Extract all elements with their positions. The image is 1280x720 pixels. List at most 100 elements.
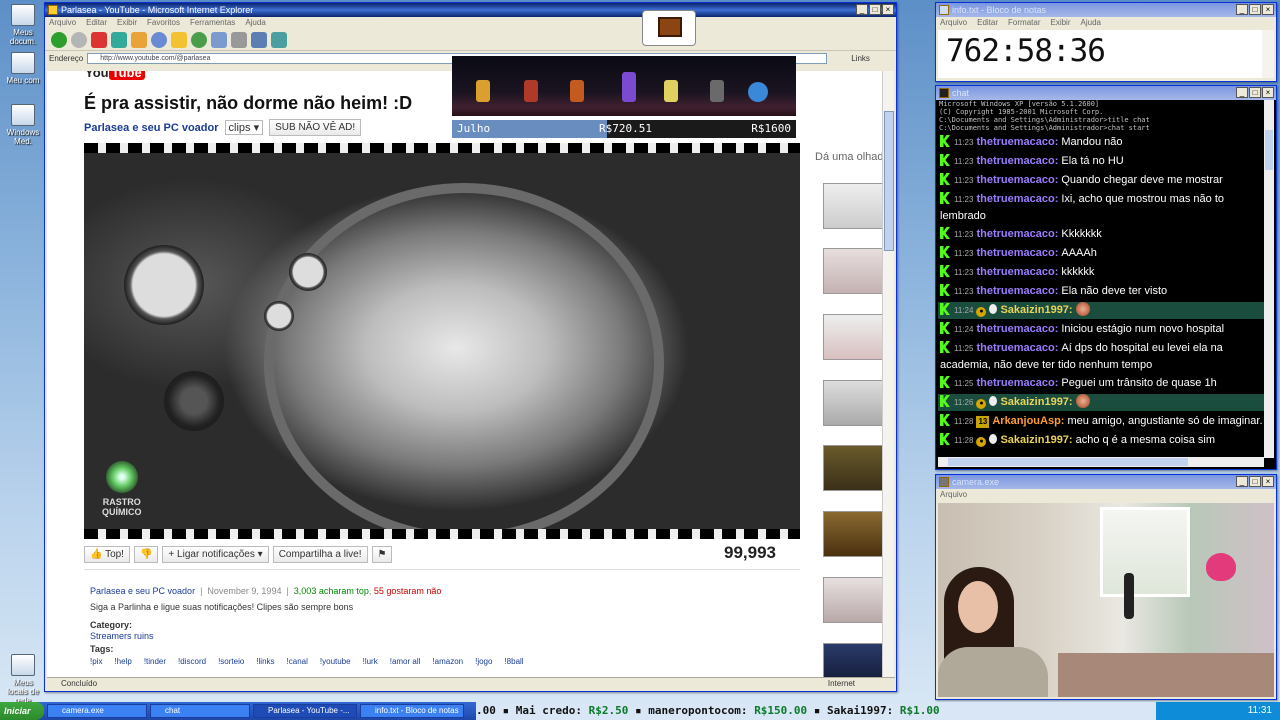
- category-value[interactable]: Streamers ruins: [90, 631, 154, 641]
- refresh-icon[interactable]: [111, 31, 127, 48]
- dislike-button[interactable]: 👎: [133, 545, 159, 563]
- minimize-button[interactable]: _: [1236, 4, 1248, 15]
- message-username[interactable]: ArkanjouAsp:: [992, 415, 1064, 427]
- message-username[interactable]: thetruemacaco:: [976, 155, 1058, 167]
- related-thumbnail[interactable]: [823, 380, 883, 426]
- message-username[interactable]: Sakaizin1997:: [1000, 304, 1072, 316]
- menu-ajuda[interactable]: Ajuda: [245, 17, 265, 29]
- tag-link[interactable]: !discord: [178, 657, 206, 666]
- menu-arquivo[interactable]: Arquivo: [49, 17, 76, 29]
- minimize-button[interactable]: _: [1236, 476, 1248, 487]
- maximize-button[interactable]: □: [1249, 476, 1261, 487]
- share-button[interactable]: Compartilha a live!: [272, 545, 368, 563]
- message-username[interactable]: Sakaizin1997:: [1000, 434, 1072, 446]
- close-button[interactable]: ×: [1262, 4, 1274, 15]
- message-username[interactable]: thetruemacaco:: [976, 323, 1058, 335]
- scrollbar-thumb[interactable]: [884, 111, 894, 251]
- related-thumbnail[interactable]: [823, 577, 883, 623]
- desktop-icon-media[interactable]: Windows Med.: [2, 104, 44, 146]
- message-username[interactable]: thetruemacaco:: [976, 266, 1058, 278]
- message-username[interactable]: thetruemacaco:: [976, 174, 1058, 186]
- chat-hscrollbar[interactable]: [938, 457, 1264, 467]
- menu-arquivo[interactable]: Arquivo: [940, 489, 967, 501]
- message-username[interactable]: thetruemacaco:: [976, 193, 1058, 205]
- tag-link[interactable]: !help: [114, 657, 131, 666]
- print-icon[interactable]: [231, 31, 247, 48]
- message-username[interactable]: thetruemacaco:: [976, 342, 1058, 354]
- related-thumbnail[interactable]: [823, 183, 883, 229]
- related-thumbnail[interactable]: [823, 445, 883, 491]
- maximize-button[interactable]: □: [869, 4, 881, 15]
- chat-scrollbar[interactable]: [1264, 100, 1274, 458]
- related-thumbnail[interactable]: [823, 643, 883, 679]
- back-icon[interactable]: [51, 31, 67, 48]
- notepad-scrollbar[interactable]: [1262, 30, 1274, 78]
- close-button[interactable]: ×: [882, 4, 894, 15]
- tag-link[interactable]: !lurk: [363, 657, 378, 666]
- tag-link[interactable]: !youtube: [320, 657, 351, 666]
- favorites-icon[interactable]: [171, 31, 187, 48]
- channel-link[interactable]: Parlasea e seu PC voador: [84, 122, 219, 134]
- menu-arquivo[interactable]: Arquivo: [940, 17, 967, 29]
- message-username[interactable]: thetruemacaco:: [976, 228, 1058, 240]
- edit-icon[interactable]: [251, 31, 267, 48]
- tag-link[interactable]: !links: [256, 657, 274, 666]
- tag-link[interactable]: !8ball: [504, 657, 523, 666]
- related-thumbnail[interactable]: [823, 314, 883, 360]
- message-username[interactable]: thetruemacaco:: [976, 136, 1058, 148]
- tag-link[interactable]: !amazon: [432, 657, 463, 666]
- scrollbar-thumb[interactable]: [1265, 130, 1273, 170]
- home-icon[interactable]: [131, 31, 147, 48]
- menu-editar[interactable]: Editar: [977, 17, 998, 29]
- scrollbar-thumb[interactable]: [948, 458, 1188, 466]
- search-icon[interactable]: [151, 31, 167, 48]
- tag-link[interactable]: !jogo: [475, 657, 492, 666]
- menu-exibir[interactable]: Exibir: [117, 17, 137, 29]
- notepad-titlebar[interactable]: info.txt - Bloco de notas _ □ ×: [936, 3, 1276, 17]
- task-chat[interactable]: chat: [150, 704, 250, 718]
- maximize-button[interactable]: □: [1249, 4, 1261, 15]
- links-label[interactable]: Links: [851, 54, 870, 63]
- maximize-button[interactable]: □: [1249, 87, 1261, 98]
- message-username[interactable]: thetruemacaco:: [976, 377, 1058, 389]
- menu-favoritos[interactable]: Favoritos: [147, 17, 180, 29]
- forward-icon[interactable]: [71, 31, 87, 48]
- close-button[interactable]: ×: [1262, 476, 1274, 487]
- desktop-icon-network[interactable]: Meus locais de rede: [2, 654, 44, 705]
- mail-icon[interactable]: [211, 31, 227, 48]
- tag-link[interactable]: !sorteio: [218, 657, 244, 666]
- description-channel[interactable]: Parlasea e seu PC voador: [90, 586, 195, 596]
- like-button[interactable]: 👍 Top!: [84, 545, 130, 563]
- minimize-button[interactable]: _: [1236, 87, 1248, 98]
- tag-link[interactable]: !canal: [287, 657, 308, 666]
- clock[interactable]: 11:31: [1248, 705, 1272, 716]
- stop-icon[interactable]: [91, 31, 107, 48]
- menu-ferramentas[interactable]: Ferramentas: [190, 17, 235, 29]
- youtube-logo[interactable]: You Tube: [85, 71, 165, 80]
- subscribe-button[interactable]: SUB NÃO VÊ AD!: [269, 119, 362, 136]
- clips-dropdown[interactable]: clips ▾: [224, 120, 264, 135]
- close-button[interactable]: ×: [1262, 87, 1274, 98]
- tag-link[interactable]: !tinder: [144, 657, 166, 666]
- menu-formatar[interactable]: Formatar: [1008, 17, 1040, 29]
- tag-link[interactable]: !pix: [90, 657, 102, 666]
- messenger-icon[interactable]: [271, 31, 287, 48]
- message-username[interactable]: thetruemacaco:: [976, 247, 1058, 259]
- message-username[interactable]: thetruemacaco:: [976, 285, 1058, 297]
- browser-titlebar[interactable]: Parlasea - YouTube - Microsoft Internet …: [45, 3, 896, 17]
- message-username[interactable]: Sakaizin1997:: [1000, 396, 1072, 408]
- desktop-icon-my-computer[interactable]: Meu com: [2, 52, 44, 85]
- camera-titlebar[interactable]: camera.exe _ □ ×: [936, 475, 1276, 489]
- history-icon[interactable]: [191, 31, 207, 48]
- notepad-text-area[interactable]: 762:58:36: [938, 30, 1264, 78]
- desktop-icon-my-documents[interactable]: Meus docum.: [2, 4, 44, 46]
- tag-link[interactable]: !amor all: [390, 657, 421, 666]
- menu-ajuda[interactable]: Ajuda: [1081, 17, 1101, 29]
- page-scrollbar[interactable]: [882, 71, 894, 679]
- flag-button[interactable]: ⚑: [371, 545, 393, 563]
- minimize-button[interactable]: _: [856, 4, 868, 15]
- related-thumbnail[interactable]: [823, 248, 883, 294]
- task-camera[interactable]: camera.exe: [47, 704, 147, 718]
- menu-exibir[interactable]: Exibir: [1050, 17, 1070, 29]
- task-notepad[interactable]: info.txt - Bloco de notas: [360, 704, 464, 718]
